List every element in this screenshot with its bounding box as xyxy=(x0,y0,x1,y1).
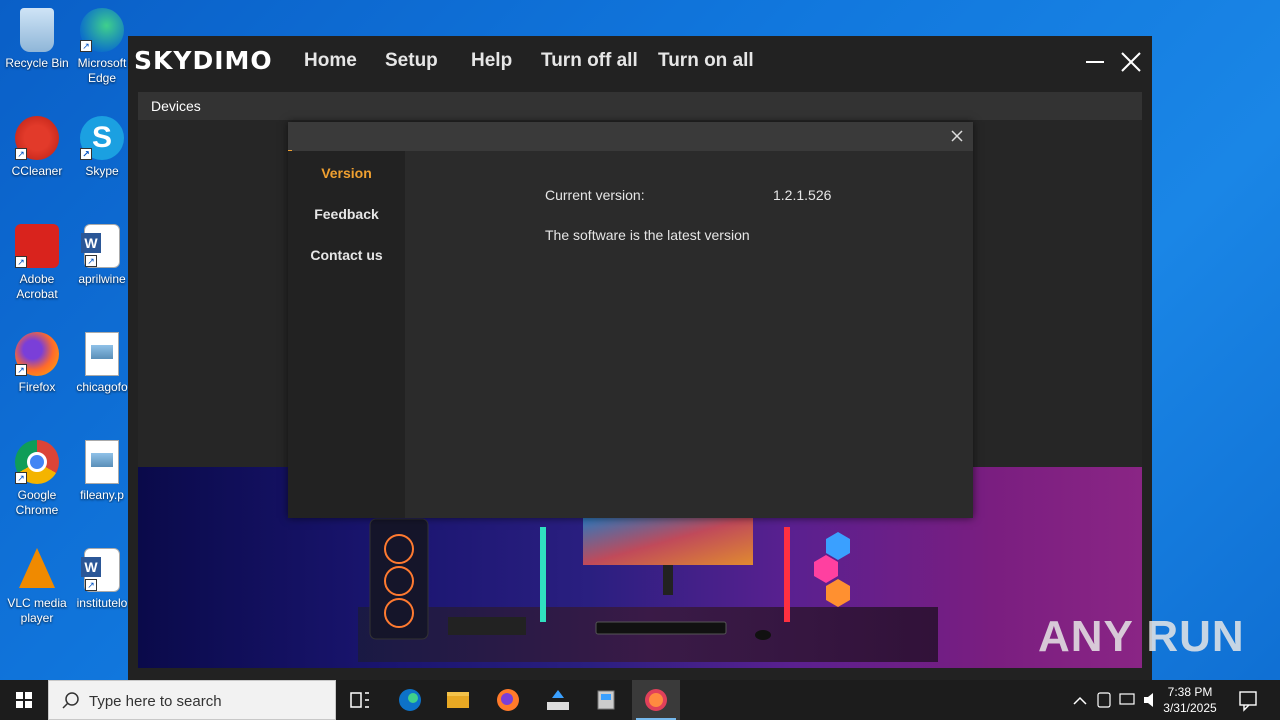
search-icon xyxy=(62,692,79,709)
task-view-button[interactable] xyxy=(336,680,384,720)
app-window-icon xyxy=(597,690,615,710)
taskbar-search-box[interactable]: Type here to search xyxy=(48,680,336,720)
anyrun-watermark: ANY RUN xyxy=(1038,612,1245,661)
folder-icon xyxy=(447,692,469,708)
skype-icon: S ↗ xyxy=(80,116,124,160)
acrobat-icon: ↗ xyxy=(15,224,59,268)
taskbar-firefox[interactable] xyxy=(484,680,532,720)
version-panel: Current version: 1.2.1.526 The software … xyxy=(405,151,973,518)
desktop-icon-ccleaner[interactable]: ↗ CCleaner xyxy=(0,116,74,179)
dialog-sidebar: Version Feedback Contact us xyxy=(288,151,405,518)
shortcut-arrow-icon: ↗ xyxy=(15,364,27,376)
sidebar-item-version[interactable]: Version xyxy=(288,165,405,181)
turn-off-all-button[interactable]: Turn off all xyxy=(541,50,638,72)
close-icon xyxy=(951,130,963,142)
search-placeholder: Type here to search xyxy=(89,693,222,710)
desktop-icon-vlc[interactable]: VLC media player xyxy=(0,548,74,626)
shortcut-arrow-icon: ↗ xyxy=(15,148,27,160)
desktop-icon-chicagofo[interactable]: chicagofo xyxy=(74,332,130,395)
taskbar-app-manager[interactable] xyxy=(582,680,630,720)
taskbar-installer[interactable] xyxy=(534,680,582,720)
start-button[interactable] xyxy=(0,680,48,720)
minimize-icon xyxy=(1086,61,1104,63)
minimize-button[interactable] xyxy=(1081,48,1109,76)
app-titlebar: SKYDIMO Home Setup Help Turn off all Tur… xyxy=(128,36,1152,88)
nav-setup[interactable]: Setup xyxy=(385,50,438,72)
notifications-button[interactable] xyxy=(1224,680,1272,720)
desktop-icon-institutelo[interactable]: W ↗ institutelo xyxy=(74,548,130,611)
taskbar-file-explorer[interactable] xyxy=(434,680,482,720)
chrome-icon: ↗ xyxy=(15,440,59,484)
desktop-icon-edge[interactable]: ↗ Microsoft Edge xyxy=(74,8,130,86)
shortcut-arrow-icon: ↗ xyxy=(15,472,27,484)
image-file-icon xyxy=(85,440,119,484)
desktop-icons: Recycle Bin ↗ Microsoft Edge ↗ CCleaner … xyxy=(0,0,130,680)
task-view-icon xyxy=(350,692,369,708)
notification-icon xyxy=(1239,691,1257,712)
dialog-header xyxy=(288,122,973,151)
nav-help[interactable]: Help xyxy=(471,50,512,72)
shortcut-arrow-icon: ↗ xyxy=(80,148,92,160)
app-logo: SKYDIMO xyxy=(134,46,273,75)
taskbar-clock[interactable]: 7:38 PM 3/31/2025 xyxy=(1158,684,1222,716)
shortcut-arrow-icon: ↗ xyxy=(15,256,27,268)
about-dialog: Version Feedback Contact us Current vers… xyxy=(288,122,973,518)
word-document-icon: W ↗ xyxy=(81,548,120,592)
ccleaner-icon: ↗ xyxy=(15,116,59,160)
devices-header: Devices xyxy=(138,92,1142,120)
turn-on-all-button[interactable]: Turn on all xyxy=(658,50,754,72)
recycle-bin-icon xyxy=(20,8,54,52)
shortcut-arrow-icon: ↗ xyxy=(85,579,97,591)
download-installer-icon xyxy=(547,690,569,710)
skydimo-app-icon xyxy=(645,689,667,711)
edge-icon: ↗ xyxy=(80,8,124,52)
taskbar: Type here to search 7:38 PM 3/31/2025 xyxy=(0,680,1280,720)
nav-home[interactable]: Home xyxy=(304,50,357,72)
desktop-icon-chrome[interactable]: ↗ Google Chrome xyxy=(0,440,74,518)
shortcut-arrow-icon: ↗ xyxy=(80,40,92,52)
desktop-icon-fileany[interactable]: fileany.p xyxy=(74,440,130,503)
desktop-icon-skype[interactable]: S ↗ Skype xyxy=(74,116,130,179)
current-version-label: Current version: xyxy=(545,187,645,203)
taskbar-skydimo[interactable] xyxy=(632,680,680,720)
dialog-close-button[interactable] xyxy=(949,128,965,144)
desktop-icon-firefox[interactable]: ↗ Firefox xyxy=(0,332,74,395)
image-file-icon xyxy=(85,332,119,376)
update-status-text: The software is the latest version xyxy=(545,227,750,243)
shortcut-arrow-icon: ↗ xyxy=(85,255,97,267)
word-document-icon: W ↗ xyxy=(81,224,120,268)
taskbar-edge[interactable] xyxy=(386,680,434,720)
close-icon xyxy=(1121,52,1141,72)
edge-icon xyxy=(399,689,421,711)
desktop-icon-aprilwine[interactable]: W ↗ aprilwine xyxy=(74,224,130,287)
clock-time: 7:38 PM xyxy=(1167,685,1213,699)
sidebar-item-contact-us[interactable]: Contact us xyxy=(288,247,405,263)
desktop-icon-recycle-bin[interactable]: Recycle Bin xyxy=(0,8,74,71)
firefox-icon: ↗ xyxy=(15,332,59,376)
firefox-icon xyxy=(497,689,519,711)
vlc-icon xyxy=(19,548,55,588)
windows-logo-icon xyxy=(16,692,32,708)
clock-date: 3/31/2025 xyxy=(1163,701,1217,715)
close-window-button[interactable] xyxy=(1117,48,1145,76)
sidebar-item-feedback[interactable]: Feedback xyxy=(288,206,405,222)
current-version-value: 1.2.1.526 xyxy=(773,187,832,203)
desktop-icon-acrobat[interactable]: ↗ Adobe Acrobat xyxy=(0,224,74,302)
